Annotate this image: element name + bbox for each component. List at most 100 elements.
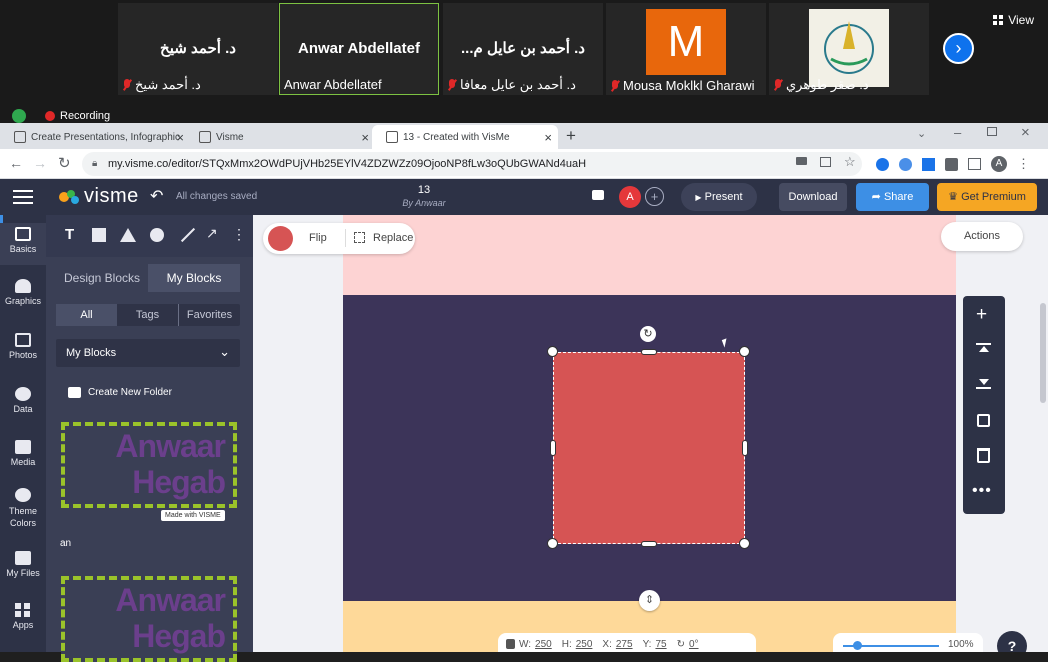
browser-tab-active[interactable]: 13 - Created with VisMe ×	[372, 125, 558, 149]
close-window-icon[interactable]: ×	[1021, 124, 1030, 141]
filter-favorites[interactable]: Favorites	[179, 304, 240, 326]
minimize-icon[interactable]: –	[954, 125, 961, 140]
nav-theme-colors[interactable]: Theme Colors	[0, 488, 46, 529]
editor-canvas[interactable]: Flip Replace Actions ↻ ⇕ + ••• W: 250 H: 2…	[253, 215, 1048, 652]
browser-tab[interactable]: Visme ×	[185, 125, 375, 149]
more-options-icon[interactable]: •••	[972, 482, 992, 500]
security-shield-icon[interactable]	[12, 109, 26, 123]
next-page-button[interactable]: ›	[943, 33, 974, 64]
resize-handle[interactable]	[739, 538, 750, 549]
filter-all[interactable]: All	[56, 304, 117, 326]
back-icon[interactable]: ←	[9, 155, 23, 171]
camera-icon[interactable]	[796, 157, 807, 165]
bookmark-star-icon[interactable]: ☆	[844, 155, 856, 168]
close-tab-icon[interactable]: ×	[544, 130, 552, 145]
arrow-tool-icon[interactable]: ↗	[206, 225, 218, 242]
vertical-scrollbar[interactable]	[1040, 303, 1046, 403]
resize-handle[interactable]	[739, 346, 750, 357]
share-page-icon[interactable]	[820, 157, 831, 167]
lock-icon[interactable]	[506, 639, 515, 649]
browser-tab[interactable]: Create Presentations, Infographic ×	[0, 125, 190, 149]
fill-color-swatch[interactable]	[268, 226, 293, 251]
nav-photos[interactable]: Photos	[0, 333, 46, 360]
move-down-icon[interactable]	[976, 379, 991, 389]
download-button[interactable]: Download	[779, 183, 847, 211]
forward-icon[interactable]: →	[33, 155, 47, 171]
saved-block-2[interactable]: Anwaar Hegab	[61, 576, 237, 662]
resize-handle[interactable]	[742, 440, 748, 456]
nav-apps[interactable]: Apps	[0, 603, 46, 630]
new-tab-button[interactable]: +	[566, 126, 576, 146]
resize-handle[interactable]	[641, 541, 657, 547]
resize-handle[interactable]	[547, 538, 558, 549]
extension-icon[interactable]	[876, 157, 889, 171]
document-title[interactable]: 13 By Anwaar	[374, 184, 474, 208]
add-section-icon[interactable]: +	[976, 304, 987, 326]
participant-tile[interactable]: ...د. أحمد بن عايل م د. أحمد بن عايل معا…	[443, 3, 603, 95]
nav-my-files[interactable]: My Files	[0, 551, 46, 578]
width-field[interactable]: 250	[535, 639, 552, 650]
nav-media[interactable]: Media	[0, 440, 46, 467]
resize-handle[interactable]	[641, 349, 657, 355]
user-avatar[interactable]: A	[619, 186, 641, 208]
text-tool-icon[interactable]: T	[65, 226, 74, 243]
view-button[interactable]: View	[993, 13, 1034, 27]
tab-design-blocks[interactable]: Design Blocks	[56, 264, 148, 292]
help-button[interactable]: ?	[997, 631, 1027, 652]
actions-button[interactable]: Actions	[941, 222, 1023, 251]
replace-button[interactable]: Replace	[373, 232, 413, 244]
participant-tile-active[interactable]: Anwar Abdellatef Anwar Abdellatef	[279, 3, 439, 95]
share-button[interactable]: ➦ Share	[856, 183, 929, 211]
y-field[interactable]: 75	[655, 639, 666, 650]
download-extension-icon[interactable]	[922, 157, 935, 171]
rotation-field[interactable]: 0°	[689, 639, 699, 650]
trash-icon[interactable]	[977, 448, 990, 463]
restore-icon[interactable]	[987, 127, 997, 136]
create-folder-button[interactable]: Create New Folder	[68, 387, 172, 398]
tab-my-blocks[interactable]: My Blocks	[148, 264, 240, 292]
close-tab-icon[interactable]: ×	[176, 130, 184, 145]
resize-handle[interactable]	[547, 346, 558, 357]
rotate-handle-icon[interactable]: ↻	[640, 326, 656, 342]
line-tool-icon[interactable]	[180, 227, 196, 243]
x-field[interactable]: 275	[616, 639, 633, 650]
section-resize-handle-icon[interactable]: ⇕	[639, 590, 660, 611]
get-premium-button[interactable]: ♛ Get Premium	[937, 183, 1037, 211]
hamburger-menu-icon[interactable]	[13, 190, 33, 204]
side-panel-icon[interactable]	[968, 158, 981, 170]
rectangle-tool-icon[interactable]	[92, 228, 106, 242]
participant-tile[interactable]: د. صقر طوهري	[769, 3, 929, 95]
resize-handle[interactable]	[550, 440, 556, 456]
folder-dropdown[interactable]: My Blocks ⌄	[56, 339, 240, 367]
more-menu-icon[interactable]: ⋮	[1017, 156, 1030, 172]
nav-data[interactable]: Data	[0, 387, 46, 414]
reload-icon[interactable]: ↻	[58, 154, 71, 172]
saved-block-1[interactable]: Anwaar Hegab	[61, 422, 237, 508]
present-button[interactable]: ▶ Present	[681, 183, 757, 211]
visme-logo[interactable]: visme	[58, 185, 139, 208]
url-field[interactable]: 🔒︎ my.visme.co/editor/STQxMmx2OWdPUjVHb2…	[82, 152, 862, 176]
flip-button[interactable]: Flip	[309, 232, 327, 244]
nav-basics[interactable]: Basics	[0, 223, 46, 265]
duplicate-icon[interactable]	[977, 414, 990, 427]
tab-search-icon[interactable]: ⌄	[917, 127, 926, 140]
comments-icon[interactable]	[592, 190, 604, 200]
filter-tags[interactable]: Tags	[117, 304, 179, 326]
more-tools-icon[interactable]: ⋮	[232, 226, 246, 243]
selected-square-shape[interactable]	[553, 352, 745, 544]
move-up-icon[interactable]	[976, 343, 991, 353]
height-field[interactable]: 250	[576, 639, 593, 650]
add-collaborator-icon[interactable]: +	[645, 187, 664, 206]
circle-tool-icon[interactable]	[150, 228, 164, 242]
undo-icon[interactable]: ↶	[150, 186, 163, 206]
zoom-slider-thumb[interactable]	[853, 641, 862, 650]
extension-icon[interactable]	[899, 157, 912, 171]
profile-avatar[interactable]: A	[991, 156, 1007, 172]
slide-top-section[interactable]	[343, 215, 956, 295]
nav-graphics[interactable]: Graphics	[0, 279, 46, 306]
puzzle-icon[interactable]	[945, 157, 958, 171]
close-tab-icon[interactable]: ×	[361, 130, 369, 145]
participant-tile[interactable]: M Mousa Moklkl Gharawi	[606, 3, 766, 95]
triangle-tool-icon[interactable]	[120, 228, 136, 242]
participant-tile[interactable]: د. أحمد شيخ د. أحمد شيخ	[118, 3, 278, 95]
